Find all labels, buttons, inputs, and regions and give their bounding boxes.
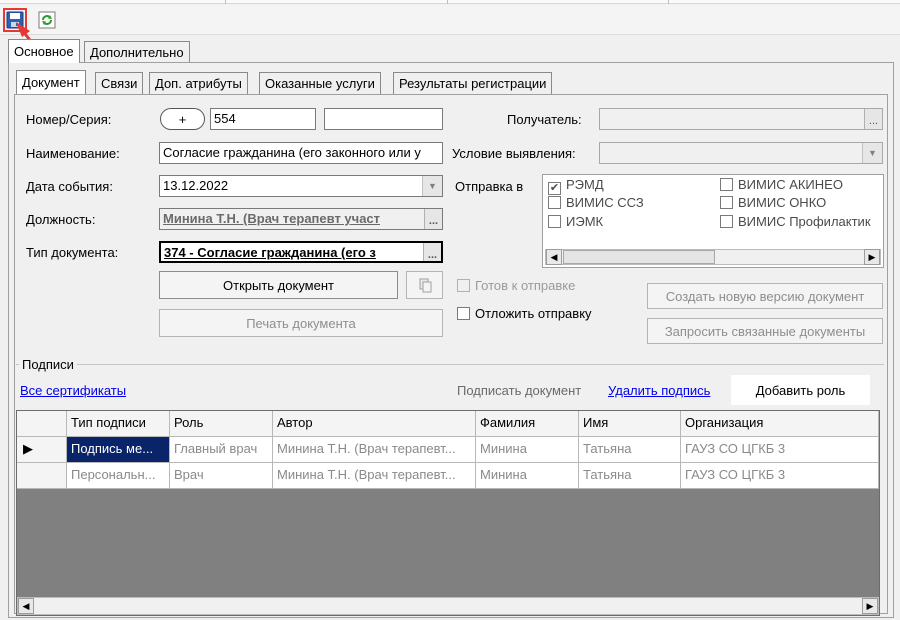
send-option-remd[interactable]: ✔ РЭМД [548,177,604,195]
delete-signature-link[interactable]: Удалить подпись [608,383,710,398]
all-certificates-link[interactable]: Все сертификаты [20,383,126,398]
table-header: Тип подписи Роль Автор Фамилия Имя Орган… [17,411,879,437]
send-list-scrollbar[interactable]: ◀ ▶ [545,249,881,265]
recipient-label: Получатель: [507,112,582,127]
table-cell[interactable]: Минина Т.Н. (Врач терапевт... [273,437,476,463]
column-header[interactable]: Организация [681,411,879,437]
tab-document[interactable]: Документ [16,70,86,94]
column-header[interactable]: Автор [273,411,476,437]
ready-to-send-checkbox[interactable]: Готов к отправке [457,278,575,293]
condition-field[interactable]: ▼ [599,142,883,164]
table-cell[interactable]: Врач [170,463,273,489]
send-option-vimis-ssz[interactable]: ВИМИС ССЗ [548,195,644,210]
tab-links[interactable]: Связи [95,72,144,94]
checkbox-icon[interactable] [720,215,733,228]
print-document-button[interactable]: Печать документа [159,309,443,337]
table-cell[interactable]: Подпись ме... [67,437,170,463]
add-role-button[interactable]: Добавить роль [731,375,870,405]
add-number-button[interactable]: + [160,108,205,130]
table-cell[interactable]: ГАУЗ СО ЦГКБ 3 [681,437,879,463]
table-cell[interactable]: Татьяна [579,437,681,463]
tab-provided-services[interactable]: Оказанные услуги [259,72,381,94]
position-value: Минина Т.Н. (Врач терапевт участ [163,211,381,226]
scroll-right-icon[interactable]: ▶ [864,249,880,265]
date-label: Дата события: [26,179,113,194]
strip-divider [447,0,448,4]
number-field[interactable]: 554 [210,108,316,130]
column-header[interactable]: Имя [579,411,681,437]
scroll-left-icon[interactable]: ◀ [546,249,562,265]
sign-document-button[interactable]: Подписать документ [457,383,581,398]
checkbox-icon[interactable] [548,215,561,228]
strip-divider [225,0,226,4]
checkbox-icon[interactable] [720,196,733,209]
column-header[interactable]: Тип подписи [67,411,170,437]
date-value: 13.12.2022 [163,178,229,193]
checkbox-icon[interactable] [548,196,561,209]
row-selector-icon[interactable]: ▶ [17,437,67,463]
table-cell[interactable]: Персональн... [67,463,170,489]
series-field[interactable] [324,108,443,130]
request-linked-docs-button[interactable]: Запросить связанные документы [647,318,883,344]
column-header [17,411,67,437]
copy-document-button[interactable] [406,271,443,299]
chevron-down-icon[interactable]: ▼ [422,176,442,196]
postpone-send-checkbox[interactable]: Отложить отправку [457,306,592,321]
table-cell[interactable]: Минина Т.Н. (Врач терапевт... [273,463,476,489]
create-new-version-button[interactable]: Создать новую версию документ [647,283,883,309]
row-selector[interactable] [17,463,67,489]
date-field[interactable]: 13.12.2022 ▼ [159,175,443,197]
send-to-list: ✔ РЭМД ВИМИС АКИНЕО ВИМИС ССЗ ВИМИС ОНКО … [542,174,884,268]
number-label: Номер/Серия: [26,112,112,127]
doctype-label: Тип документа: [26,245,119,260]
table-row[interactable]: ▶ Подпись ме... Главный врач Минина Т.Н.… [17,437,879,463]
send-option-vimis-prof[interactable]: ВИМИС Профилактик [720,214,880,229]
scroll-thumb[interactable] [563,250,715,264]
checkbox-icon[interactable] [720,178,733,191]
send-option-iemk[interactable]: ИЭМК [548,214,603,229]
ellipsis-icon[interactable]: ... [424,209,442,229]
table-cell[interactable]: Татьяна [579,463,681,489]
table-cell[interactable]: ГАУЗ СО ЦГКБ 3 [681,463,879,489]
signatures-table: Тип подписи Роль Автор Фамилия Имя Орган… [16,410,880,616]
toolbar [0,5,900,35]
table-cell[interactable]: Минина [476,463,579,489]
position-field[interactable]: Минина Т.Н. (Врач терапевт участ ... [159,208,443,230]
doctype-value: 374 - Согласие гражданина (его з [164,245,376,260]
tab-additional[interactable]: Дополнительно [84,41,190,63]
strip-divider [668,0,669,4]
send-to-label: Отправка в [455,179,524,194]
doctype-field[interactable]: 374 - Согласие гражданина (его з ... [159,241,443,263]
table-cell[interactable]: Главный врач [170,437,273,463]
checkbox-checked-icon[interactable]: ✔ [548,182,561,195]
column-header[interactable]: Фамилия [476,411,579,437]
scroll-right-icon[interactable]: ▶ [862,598,878,614]
checkbox-icon[interactable] [457,279,470,292]
send-option-vimis-onko[interactable]: ВИМИС ОНКО [720,195,826,210]
document-icon [419,278,431,293]
table-horizontal-scrollbar[interactable]: ◀ ▶ [17,597,879,615]
ellipsis-icon[interactable]: ... [864,109,882,129]
position-label: Должность: [26,212,96,227]
table-row[interactable]: Персональн... Врач Минина Т.Н. (Врач тер… [17,463,879,489]
column-header[interactable]: Роль [170,411,273,437]
chevron-down-icon[interactable]: ▼ [862,143,882,163]
tab-extra-attributes[interactable]: Доп. атрибуты [149,72,248,94]
recipient-field[interactable]: ... [599,108,883,130]
send-option-vimis-akineo[interactable]: ВИМИС АКИНЕО [720,177,843,192]
condition-label: Условие выявления: [452,146,576,161]
signatures-group-title: Подписи [19,357,77,372]
table-cell[interactable]: Минина [476,437,579,463]
scroll-left-icon[interactable]: ◀ [18,598,34,614]
tab-registration-results[interactable]: Результаты регистрации [393,72,553,94]
window-top-strip [0,0,900,4]
signatures-group-border [16,364,884,365]
name-field[interactable]: Согласие гражданина (его законного или у [159,142,443,164]
checkbox-icon[interactable] [457,307,470,320]
tab-main[interactable]: Основное [8,39,80,63]
name-label: Наименование: [26,146,120,161]
open-document-button[interactable]: Открыть документ [159,271,398,299]
ellipsis-icon[interactable]: ... [423,243,441,261]
